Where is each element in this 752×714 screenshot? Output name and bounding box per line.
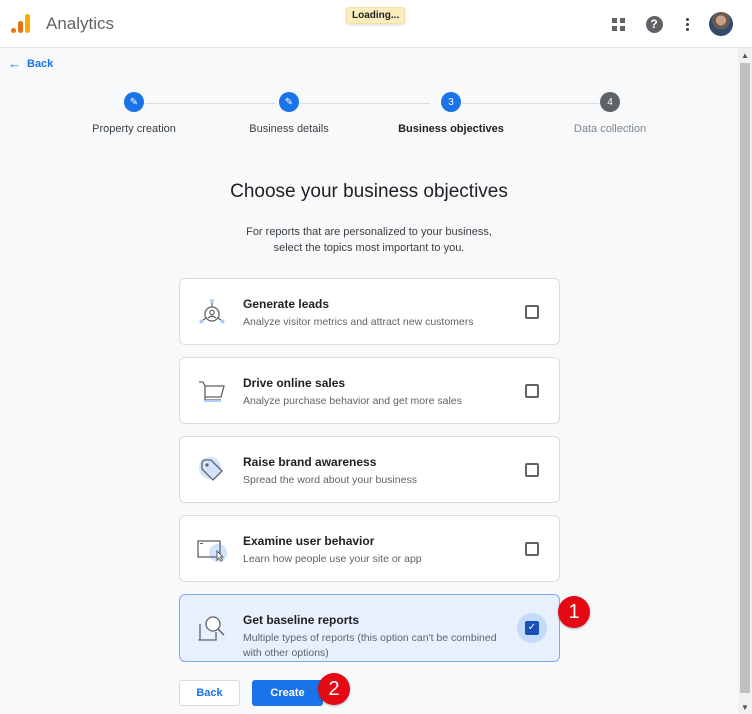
subtitle-line: select the topics most important to you.: [273, 242, 465, 254]
objective-checkbox[interactable]: [525, 462, 539, 477]
page-subtitle: For reports that are personalized to you…: [0, 224, 738, 256]
step-label: Data collection: [573, 123, 647, 135]
objective-title: Generate leads: [243, 297, 330, 311]
avatar[interactable]: [709, 12, 733, 36]
scroll-up-arrow-icon[interactable]: ▲: [738, 48, 752, 62]
step-business-objectives: 3 Business objectives: [371, 92, 531, 135]
step-number-badge: 3: [441, 92, 461, 112]
annotation-badge-1: 1: [558, 596, 590, 628]
edit-pencil-icon: ✎: [279, 92, 299, 112]
objective-title: Get baseline reports: [243, 613, 360, 627]
objective-checkbox[interactable]: [525, 304, 539, 319]
step-label: Property creation: [92, 123, 176, 135]
objective-title: Drive online sales: [243, 376, 346, 390]
leads-icon: [199, 298, 225, 323]
arrow-back-icon: ←: [8, 56, 21, 71]
analytics-logo-icon[interactable]: [11, 13, 33, 35]
page-title: Choose your business objectives: [230, 181, 508, 202]
objective-card-drive-online-sales[interactable]: Drive online sales Analyze purchase beha…: [179, 357, 560, 424]
tag-icon: [199, 456, 223, 481]
help-button[interactable]: ?: [642, 12, 666, 36]
annotation-badge-2: 2: [318, 673, 350, 705]
objective-card-examine-user-behavior[interactable]: Examine user behavior Learn how people u…: [179, 515, 560, 582]
back-button[interactable]: Back: [179, 680, 240, 706]
back-link[interactable]: ← Back: [8, 56, 53, 71]
step-label: Business details: [249, 123, 329, 135]
objective-checkbox-checked[interactable]: ✓: [525, 621, 539, 635]
cart-icon: [199, 380, 225, 402]
top-app-bar: Analytics Loading... ?: [0, 0, 752, 48]
objective-checkbox[interactable]: [525, 383, 539, 398]
step-data-collection: 4 Data collection: [530, 92, 690, 135]
objective-description: Multiple types of reports (this option c…: [243, 632, 497, 659]
help-icon: ?: [645, 15, 663, 33]
back-link-label: Back: [27, 57, 54, 70]
setup-stepper: ✎ Property creation ✎ Business details 3…: [0, 92, 730, 142]
loading-indicator: Loading...: [346, 7, 406, 24]
objective-description: Analyze purchase behavior and get more s…: [243, 395, 462, 407]
subtitle-line: For reports that are personalized to you…: [246, 226, 492, 238]
vertical-scrollbar[interactable]: ▲ ▼: [738, 48, 752, 714]
objective-card-generate-leads[interactable]: Generate leads Analyze visitor metrics a…: [179, 278, 560, 345]
checkbox-focus-ring: ✓: [517, 613, 547, 643]
report-search-icon: [198, 616, 225, 641]
app-title: Analytics: [46, 14, 115, 33]
edit-pencil-icon: ✎: [124, 92, 144, 112]
objective-description: Analyze visitor metrics and attract new …: [243, 316, 474, 328]
apps-grid-button[interactable]: [606, 12, 630, 36]
objective-description: Spread the word about your business: [243, 474, 417, 486]
more-vert-icon: [685, 17, 689, 31]
apps-grid-icon: [611, 17, 625, 31]
step-business-details[interactable]: ✎ Business details: [209, 92, 369, 135]
objective-title: Raise brand awareness: [243, 455, 377, 469]
step-number-badge: 4: [600, 92, 620, 112]
objective-card-get-baseline-reports[interactable]: Get baseline reports Multiple types of r…: [179, 594, 560, 662]
create-button[interactable]: Create: [252, 680, 323, 706]
objective-description: Learn how people use your site or app: [243, 553, 422, 565]
browser-cursor-icon: [197, 539, 227, 562]
step-label: Business objectives: [398, 123, 504, 135]
more-options-button[interactable]: [675, 12, 699, 36]
objective-card-raise-brand-awareness[interactable]: Raise brand awareness Spread the word ab…: [179, 436, 560, 503]
scroll-down-arrow-icon[interactable]: ▼: [738, 700, 752, 714]
objective-checkbox[interactable]: [525, 541, 539, 556]
scrollbar-thumb[interactable]: [740, 63, 750, 693]
step-property-creation[interactable]: ✎ Property creation: [54, 92, 214, 135]
objective-title: Examine user behavior: [243, 534, 375, 548]
